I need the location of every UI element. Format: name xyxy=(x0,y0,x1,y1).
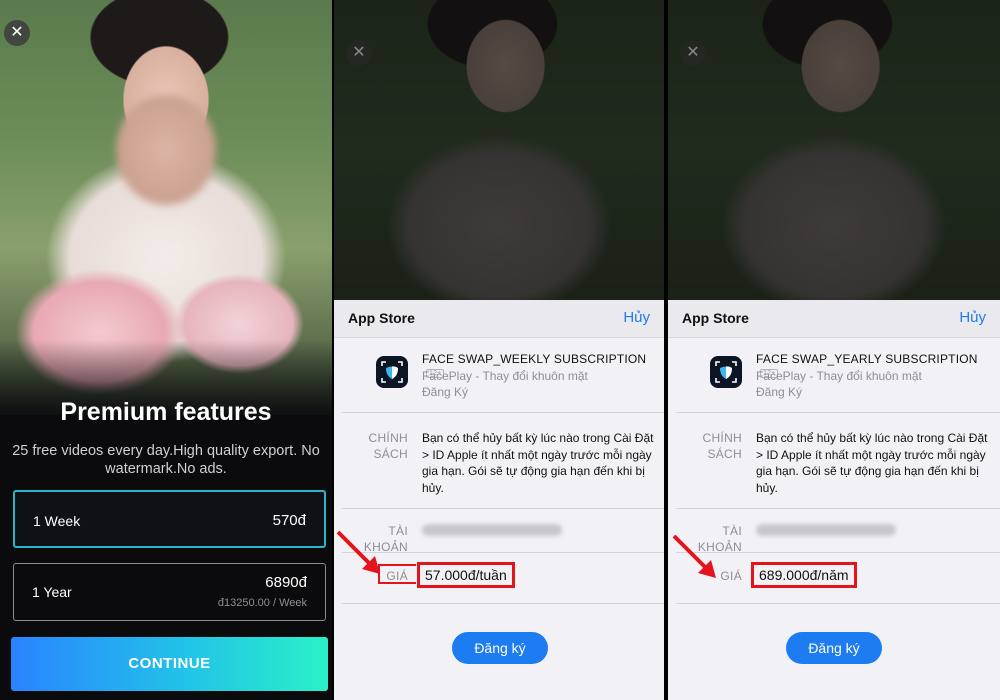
subscribe-button[interactable]: Đăng ký xyxy=(452,632,548,664)
appstore-sheet-weekly: ✕ App Store Hủy FACE SWAP_WEEKLY SUBSCRI… xyxy=(334,0,664,700)
policy-label: CHÍNH SÁCH xyxy=(702,431,742,461)
plan-name: 1 Week xyxy=(33,513,81,529)
sheet-title: App Store xyxy=(348,310,415,326)
subscription-type: Đăng Ký xyxy=(756,385,803,399)
divider xyxy=(676,552,1000,553)
purchase-sheet: App Store Hủy FACE SWAP_YEARLY SUBSCRIPT… xyxy=(668,300,1000,700)
sheet-header: App Store Hủy xyxy=(334,300,664,338)
plan-option-year[interactable]: 1 Year 6890đ đ13250.00 / Week xyxy=(13,563,326,621)
dimmed-background xyxy=(334,0,664,300)
divider xyxy=(342,603,664,604)
price-value: 57.000đ/tuần xyxy=(417,562,515,588)
appstore-sheet-yearly: ✕ App Store Hủy FACE SWAP_YEARLY SUBSCRI… xyxy=(668,0,1000,700)
close-icon: ✕ xyxy=(680,40,706,66)
app-icon xyxy=(710,356,742,388)
subscribe-button[interactable]: Đăng ký xyxy=(786,632,882,664)
close-icon[interactable]: ✕ xyxy=(4,20,30,46)
app-name: FacePlay - Thay đổi khuôn mặt xyxy=(422,369,588,383)
plan-option-week[interactable]: 1 Week 570đ xyxy=(13,490,326,548)
paywall-screen: ✕ Premium features 25 free videos every … xyxy=(0,0,332,700)
cancel-button[interactable]: Hủy xyxy=(623,309,650,326)
policy-label: CHÍNH SÁCH xyxy=(368,431,408,461)
price-value: 689.000đ/năm xyxy=(751,562,857,588)
plan-price: 6890đ xyxy=(265,574,307,591)
cancel-button[interactable]: Hủy xyxy=(959,309,986,326)
divider xyxy=(676,508,1000,509)
blurred-face xyxy=(116,95,216,205)
account-email-blurred xyxy=(422,524,562,536)
app-name: FacePlay - Thay đổi khuôn mặt xyxy=(756,369,922,383)
policy-text: Bạn có thể hủy bất kỳ lúc nào trong Cài … xyxy=(756,431,988,495)
continue-button[interactable]: CONTINUE xyxy=(11,637,328,691)
divider xyxy=(342,508,664,509)
plan-name: 1 Year xyxy=(32,584,72,600)
sheet-header: App Store Hủy xyxy=(668,300,1000,338)
divider xyxy=(342,412,664,413)
red-arrow-icon xyxy=(336,530,380,574)
plan-per-week-price: đ13250.00 / Week xyxy=(217,597,307,609)
sheet-title: App Store xyxy=(682,310,749,326)
app-icon xyxy=(376,356,408,388)
purchase-sheet: App Store Hủy FACE SWAP_WEEKLY SUBSCRIPT… xyxy=(334,300,664,700)
divider xyxy=(342,552,664,553)
paywall-title: Premium features xyxy=(60,398,272,426)
policy-text: Bạn có thể hủy bất kỳ lúc nào trong Cài … xyxy=(422,431,654,495)
dimmed-background xyxy=(668,0,1000,300)
paywall-subtitle: 25 free videos every day.High quality ex… xyxy=(12,443,320,477)
subscription-type: Đăng Ký xyxy=(422,385,469,399)
close-icon: ✕ xyxy=(346,40,372,66)
plan-price: 570đ xyxy=(272,512,306,529)
account-email-blurred xyxy=(756,524,896,536)
divider xyxy=(676,412,1000,413)
divider xyxy=(676,603,1000,604)
red-arrow-icon xyxy=(672,534,716,578)
